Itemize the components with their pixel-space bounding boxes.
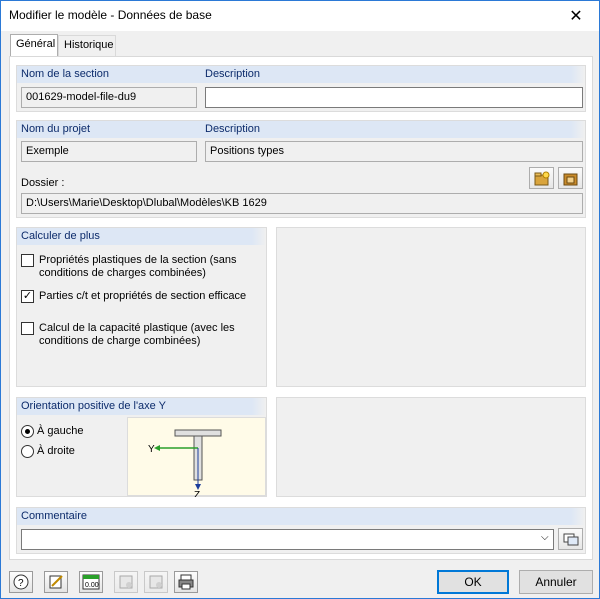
help-button[interactable]: ? (9, 571, 33, 593)
tab-general[interactable]: Général (10, 34, 58, 56)
plastic-properties-label: Propriétés plastiques de la section (san… (39, 254, 237, 279)
cancel-button[interactable]: Annuler (519, 570, 593, 594)
project-desc-header: Description (205, 123, 261, 135)
folder-new-icon (534, 171, 550, 185)
comment-group-header: Commentaire (17, 508, 585, 525)
close-button[interactable]: ✕ (553, 1, 599, 31)
edit-button[interactable] (44, 571, 68, 593)
folder-label: Dossier : (21, 177, 65, 189)
new-folder-button[interactable] (529, 167, 554, 189)
section-group-header: Nom de la section Description (17, 66, 585, 83)
calc-header-text: Calculer de plus (21, 230, 100, 242)
svg-text:0.00: 0.00 (85, 582, 99, 589)
ct-parts-checkbox[interactable]: ✓ (21, 290, 34, 303)
edit-icon (49, 575, 63, 589)
chevron-down-icon[interactable]: ⌵ (541, 532, 549, 543)
comment-group: Commentaire ⌵ (16, 507, 586, 554)
calc-options-area (276, 227, 586, 387)
orientation-group: Orientation positive de l'axe Y À gauche… (16, 397, 267, 501)
plastic-capacity-checkbox[interactable] (21, 322, 34, 335)
tab-history[interactable]: Historique (58, 35, 116, 56)
units-button[interactable]: 0.00 (79, 571, 103, 593)
window-title: Modifier le modèle - Données de base (9, 8, 212, 22)
plastic-capacity-label: Calcul de la capacité plastique (avec le… (39, 322, 235, 347)
decimal-units-icon: 0.00 (82, 574, 100, 590)
import-icon (119, 575, 133, 589)
left-radio-label: À gauche (37, 425, 84, 437)
axis-z-label: Z (194, 490, 200, 497)
calc-group: Calculer de plus Propriétés plastiques d… (16, 227, 267, 387)
comment-library-icon (563, 533, 578, 546)
section-desc-header: Description (205, 68, 261, 80)
print-button[interactable] (174, 571, 198, 593)
calc-group-header: Calculer de plus (17, 228, 266, 245)
export-button[interactable] (144, 571, 168, 593)
right-radio-label: À droite (37, 445, 75, 457)
section-name-header: Nom de la section (21, 68, 110, 80)
comment-combobox[interactable] (21, 529, 554, 550)
plastic-properties-checkbox[interactable] (21, 254, 34, 267)
import-button[interactable] (114, 571, 138, 593)
export-icon (149, 575, 163, 589)
right-radio[interactable] (21, 445, 34, 458)
left-radio[interactable] (21, 425, 34, 438)
t-section-axis-icon: Y Z (148, 429, 222, 501)
folder-path-field: D:\Users\Marie\Desktop\Dlubal\Modèles\KB… (21, 193, 583, 214)
section-name-field[interactable]: 001629-model-file-du9 (21, 87, 197, 108)
ct-parts-label: Parties c/t et propriétés de section eff… (39, 290, 247, 302)
project-name-header: Nom du projet (21, 123, 91, 135)
open-folder-button[interactable] (558, 167, 583, 189)
axis-y-label: Y (148, 444, 155, 455)
title-bar: Modifier le modèle - Données de base ✕ (1, 1, 599, 31)
project-description-field: Positions types (205, 141, 583, 162)
svg-text:?: ? (18, 578, 24, 589)
axis-preview: Y Z (127, 417, 266, 501)
project-group: Nom du projet Description Exemple Positi… (16, 120, 586, 218)
orientation-group-header: Orientation positive de l'axe Y (17, 398, 266, 415)
section-description-input[interactable] (205, 87, 583, 108)
folder-open-icon (563, 173, 578, 185)
orientation-options-area (276, 397, 586, 497)
comment-header-text: Commentaire (21, 510, 88, 522)
general-panel: Nom de la section Description 001629-mod… (9, 56, 593, 560)
comment-library-button[interactable] (558, 528, 583, 550)
project-group-header: Nom du projet Description (17, 121, 585, 138)
help-icon: ? (13, 574, 29, 590)
orientation-header-text: Orientation positive de l'axe Y (21, 400, 166, 412)
ok-button[interactable]: OK (437, 570, 509, 594)
section-group: Nom de la section Description 001629-mod… (16, 65, 586, 112)
project-name-field: Exemple (21, 141, 197, 162)
dialog-window: Modifier le modèle - Données de base ✕ G… (0, 0, 600, 599)
print-icon (178, 574, 194, 590)
